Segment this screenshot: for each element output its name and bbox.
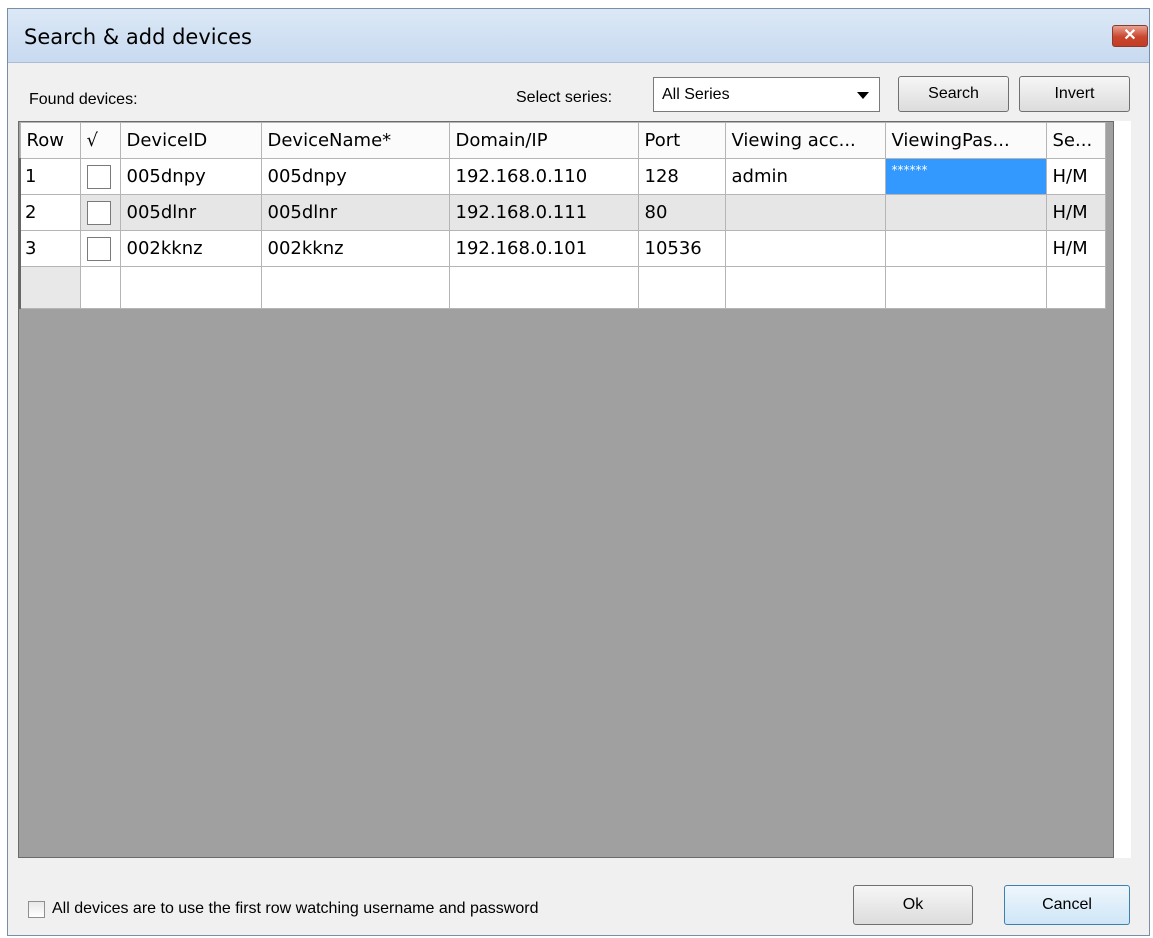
table-row[interactable]: 3 002kknz 002kknz 192.168.0.101 10536 H/… (19, 230, 1106, 267)
row-checkbox[interactable] (86, 200, 111, 225)
column-header-viewing-password[interactable]: ViewingPas... (884, 122, 1047, 159)
search-add-devices-dialog: Search & add devices ✕ Found devices: Se… (7, 8, 1150, 936)
search-button[interactable]: Search (898, 76, 1009, 112)
device-id-cell[interactable]: 002kknz (119, 230, 262, 267)
empty-cell[interactable] (260, 266, 450, 309)
row-checkbox[interactable] (86, 236, 111, 261)
empty-cell[interactable] (724, 266, 886, 309)
series-select[interactable]: All Series (653, 77, 880, 112)
device-id-cell[interactable]: 005dlnr (119, 194, 262, 231)
found-devices-label: Found devices: (29, 91, 138, 108)
row-select-cell[interactable] (79, 230, 121, 267)
grid-scroll-gutter (1114, 121, 1131, 858)
column-header-row[interactable]: Row (19, 122, 81, 159)
empty-cell[interactable] (79, 266, 121, 309)
chevron-down-icon[interactable] (857, 92, 869, 99)
domain-ip-cell[interactable]: 192.168.0.111 (448, 194, 639, 231)
series-cell[interactable]: H/M (1045, 194, 1106, 231)
viewing-account-cell[interactable] (724, 194, 886, 231)
empty-cell[interactable] (637, 266, 726, 309)
viewing-password-cell[interactable] (884, 230, 1047, 267)
title-bar[interactable]: Search & add devices ✕ (8, 9, 1149, 63)
table-row[interactable]: 1 005dnpy 005dnpy 192.168.0.110 128 admi… (19, 158, 1106, 195)
viewing-password-cell[interactable] (884, 194, 1047, 231)
port-cell[interactable]: 10536 (637, 230, 726, 267)
close-button[interactable]: ✕ (1112, 25, 1148, 47)
invert-button[interactable]: Invert (1019, 76, 1130, 112)
domain-ip-cell[interactable]: 192.168.0.110 (448, 158, 639, 195)
devices-table: Row √ DeviceID DeviceName* Domain/IP Por… (19, 122, 1106, 309)
row-select-cell[interactable] (79, 158, 121, 195)
port-cell[interactable]: 80 (637, 194, 726, 231)
close-icon: ✕ (1123, 27, 1137, 44)
series-select-value: All Series (662, 86, 730, 103)
new-row-header (19, 266, 81, 309)
viewing-account-cell[interactable]: admin (724, 158, 886, 195)
column-header-device-id[interactable]: DeviceID (119, 122, 262, 159)
device-name-cell[interactable]: 005dlnr (260, 194, 450, 231)
row-checkbox[interactable] (86, 164, 111, 189)
row-select-cell[interactable] (79, 194, 121, 231)
viewing-account-cell[interactable] (724, 230, 886, 267)
row-number: 2 (19, 194, 81, 231)
cancel-button[interactable]: Cancel (1004, 885, 1130, 925)
port-cell[interactable]: 128 (637, 158, 726, 195)
new-row[interactable] (19, 266, 1106, 309)
empty-cell[interactable] (448, 266, 639, 309)
column-header-device-name[interactable]: DeviceName* (260, 122, 450, 159)
dialog-title: Search & add devices (24, 25, 252, 49)
viewing-password-cell[interactable]: ****** (884, 158, 1047, 195)
ok-button[interactable]: Ok (853, 885, 973, 925)
column-header-series[interactable]: Se... (1045, 122, 1106, 159)
column-header-port[interactable]: Port (637, 122, 726, 159)
device-id-cell[interactable]: 005dnpy (119, 158, 262, 195)
column-header-check[interactable]: √ (79, 122, 121, 159)
series-cell[interactable]: H/M (1045, 230, 1106, 267)
devices-grid[interactable]: Row √ DeviceID DeviceName* Domain/IP Por… (18, 121, 1114, 858)
column-header-viewing-account[interactable]: Viewing acc... (724, 122, 886, 159)
select-series-label: Select series: (516, 89, 613, 106)
device-name-cell[interactable]: 002kknz (260, 230, 450, 267)
row-number: 3 (19, 230, 81, 267)
device-name-cell[interactable]: 005dnpy (260, 158, 450, 195)
domain-ip-cell[interactable]: 192.168.0.101 (448, 230, 639, 267)
use-first-row-label: All devices are to use the first row wat… (52, 900, 539, 917)
use-first-row-checkbox[interactable] (28, 901, 45, 918)
header-row: Row √ DeviceID DeviceName* Domain/IP Por… (19, 122, 1106, 159)
empty-cell[interactable] (119, 266, 262, 309)
series-cell[interactable]: H/M (1045, 158, 1106, 195)
row-number: 1 (19, 158, 81, 195)
empty-cell[interactable] (884, 266, 1047, 309)
empty-cell[interactable] (1045, 266, 1106, 309)
column-header-domain-ip[interactable]: Domain/IP (448, 122, 639, 159)
table-row[interactable]: 2 005dlnr 005dlnr 192.168.0.111 80 H/M (19, 194, 1106, 231)
